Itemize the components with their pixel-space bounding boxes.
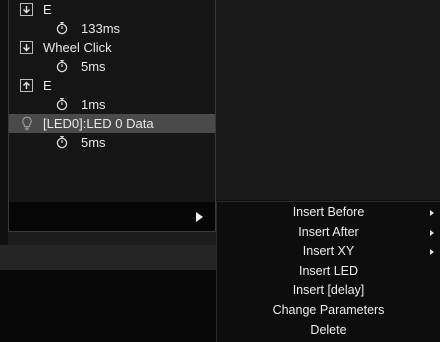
menu-item-insert-xy[interactable]: Insert XY <box>217 242 440 262</box>
macro-row-key-down[interactable]: E <box>9 0 215 19</box>
macro-row-label: 133ms <box>81 21 121 36</box>
menu-item-label: Change Parameters <box>272 302 385 317</box>
menu-item-insert-led[interactable]: Insert LED <box>217 262 440 282</box>
play-icon[interactable] <box>196 212 203 222</box>
menu-item-label: Insert [delay] <box>292 283 365 298</box>
menu-item-delete[interactable]: Delete <box>217 321 440 341</box>
menu-item-change-parameters[interactable]: Change Parameters <box>217 301 440 321</box>
macro-row-label: 1ms <box>81 97 106 112</box>
macro-row-label: E <box>43 78 52 93</box>
macro-row-label: [LED0]:LED 0 Data <box>43 116 154 131</box>
menu-item-insert-delay[interactable]: Insert [delay] <box>217 281 440 301</box>
submenu-arrow-icon <box>430 210 434 216</box>
submenu-arrow-icon <box>430 229 434 236</box>
key-down-icon <box>20 41 33 54</box>
menu-item-insert-after[interactable]: Insert After <box>217 223 440 243</box>
menu-item-label: Insert Before <box>292 205 365 219</box>
macro-row-label: Wheel Click <box>43 40 112 55</box>
preview-pane <box>216 0 440 200</box>
macro-row-label: E <box>43 2 52 17</box>
macro-row-label: 5ms <box>81 59 106 74</box>
playback-bar <box>9 202 215 231</box>
background-region <box>8 232 216 245</box>
menu-item-label: Insert After <box>298 224 359 239</box>
menu-item-label: Insert XY <box>302 244 355 259</box>
macro-row-delay[interactable]: 5ms <box>9 133 215 152</box>
timer-icon <box>55 135 69 154</box>
context-menu: Insert Before Insert After Insert XY Ins… <box>216 201 440 342</box>
macro-row-key-down[interactable]: Wheel Click <box>9 38 215 57</box>
macro-row-delay[interactable]: 5ms <box>9 57 215 76</box>
macro-row-delay[interactable]: 1ms <box>9 95 215 114</box>
menu-item-label: Insert LED <box>298 263 359 278</box>
macro-row-led[interactable]: [LED0]:LED 0 Data <box>9 114 215 133</box>
submenu-arrow-icon <box>430 249 434 256</box>
macro-panel: E 133ms Wheel Click 5ms E 1ms [LED0]:LED… <box>8 0 216 232</box>
menu-item-label: Delete <box>310 322 347 337</box>
menu-item-insert-before[interactable]: Insert Before <box>217 203 440 223</box>
key-down-icon <box>20 3 33 16</box>
macro-row-delay[interactable]: 133ms <box>9 19 215 38</box>
macro-event-list: E 133ms Wheel Click 5ms E 1ms [LED0]:LED… <box>9 0 215 152</box>
macro-row-key-up[interactable]: E <box>9 76 215 95</box>
macro-row-label: 5ms <box>81 135 106 150</box>
key-up-icon <box>20 79 33 92</box>
